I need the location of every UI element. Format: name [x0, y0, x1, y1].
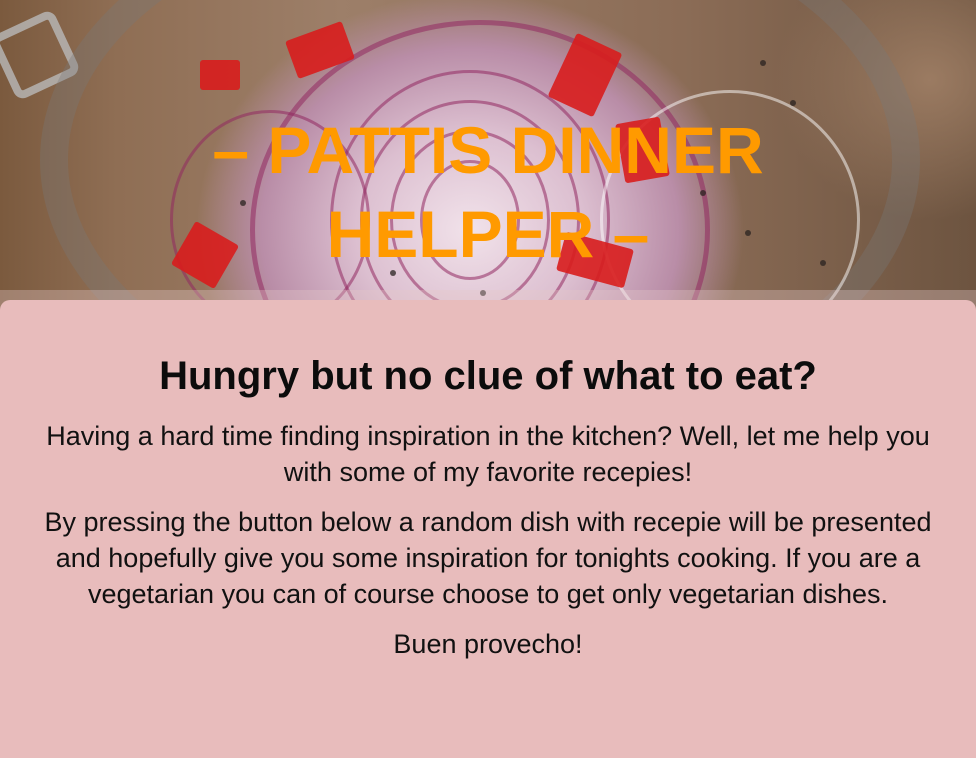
site-title-line-1: – PATTIS DINNER: [212, 113, 764, 187]
site-title-line-2: HELPER –: [326, 197, 650, 271]
site-title: – PATTIS DINNER HELPER –: [0, 108, 976, 276]
hero-banner: – PATTIS DINNER HELPER –: [0, 0, 976, 310]
pepper-speck: [760, 60, 766, 66]
intro-closing: Buen provecho!: [393, 629, 583, 659]
intro-paragraph-2: By pressing the button below a random di…: [44, 507, 932, 609]
pepper-speck: [790, 100, 796, 106]
intro-card: Hungry but no clue of what to eat? Havin…: [0, 300, 976, 758]
red-pepper-piece: [200, 60, 240, 90]
intro-heading: Hungry but no clue of what to eat?: [159, 354, 817, 398]
intro-paragraph-1: Having a hard time finding inspiration i…: [46, 421, 930, 487]
